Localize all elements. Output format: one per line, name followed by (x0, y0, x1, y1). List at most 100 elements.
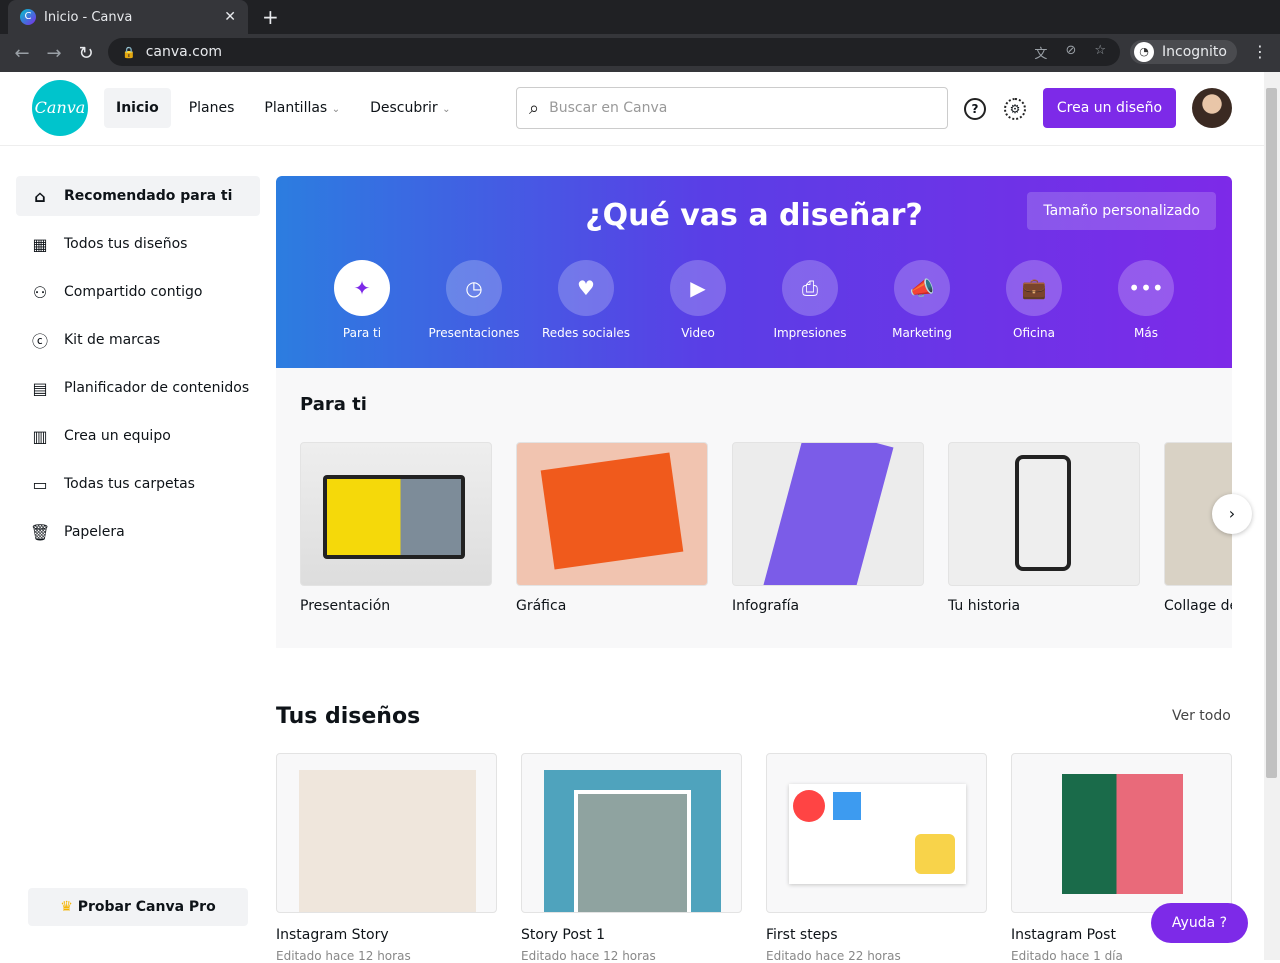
sidebar-item-label: Papelera (64, 524, 125, 540)
category-label: Oficina (1013, 326, 1055, 340)
heart-icon: ♥ (558, 260, 614, 316)
nav-label: Descubrir (370, 100, 438, 116)
sparkle-icon: ✦ (334, 260, 390, 316)
sidebar-item-recommended[interactable]: ⌂ Recomendado para ti (16, 176, 260, 216)
category-impresiones[interactable]: ⎙ Impresiones (754, 260, 866, 340)
category-marketing[interactable]: 📣 Marketing (866, 260, 978, 340)
try-pro-button[interactable]: ♛ Probar Canva Pro (28, 888, 248, 926)
tab-title: Inicio - Canva (44, 9, 133, 25)
design-card[interactable]: Instagram Story Editado hace 12 horas (276, 753, 497, 963)
category-label: Redes sociales (541, 326, 631, 340)
category-video[interactable]: ▶ Video (642, 260, 754, 340)
nav-label: Plantillas (264, 100, 328, 116)
translate-icon[interactable]: 文 (1034, 43, 1047, 62)
sidebar-item-shared[interactable]: ⚇ Compartido contigo (16, 272, 260, 312)
sidebar-item-label: Todos tus diseños (64, 236, 188, 252)
browser-tab-bar: C Inicio - Canva ✕ + (0, 0, 1280, 34)
sidebar-item-label: Compartido contigo (64, 284, 203, 300)
sidebar-item-trash[interactable]: 🗑 Papelera (16, 512, 260, 552)
sidebar-item-folders[interactable]: ▭ Todas tus carpetas (16, 464, 260, 504)
template-card[interactable]: Tu historia (948, 442, 1140, 614)
design-edited: Editado hace 12 horas (276, 949, 411, 963)
browser-tab[interactable]: C Inicio - Canva ✕ (8, 0, 248, 34)
design-thumbnail (766, 753, 987, 913)
category-para-ti[interactable]: ✦ Para ti (306, 260, 418, 340)
canva-logo[interactable]: Canva (32, 80, 88, 136)
url-input[interactable]: 🔒 canva.com 文 ⊘ ☆ (108, 38, 1120, 66)
design-card[interactable]: Story Post 1 Editado hace 12 horas (521, 753, 742, 963)
nav-plantillas[interactable]: Plantillas ⌄ (252, 88, 352, 128)
star-icon[interactable]: ☆ (1094, 43, 1106, 62)
printer-icon: ⎙ (782, 260, 838, 316)
more-icon: ••• (1118, 260, 1174, 316)
search-input[interactable]: ⌕ Buscar en Canva (516, 87, 948, 129)
template-card[interactable]: Gráfica (516, 442, 708, 614)
template-label: Gráfica (516, 598, 567, 614)
chevron-down-icon: ⌄ (442, 104, 451, 115)
trash-icon: 🗑 (30, 522, 51, 542)
sidebar: ⌂ Recomendado para ti ▦ Todos tus diseños … (16, 176, 260, 560)
app-header: Canva Inicio Planes Plantillas ⌄ Descubr… (0, 72, 1264, 146)
calendar-icon: ▤ (32, 378, 48, 398)
template-thumbnail (516, 442, 708, 586)
design-edited: Editado hace 22 horas (766, 949, 901, 963)
nav-planes[interactable]: Planes (177, 88, 247, 128)
eye-off-icon[interactable]: ⊘ (1065, 43, 1076, 62)
create-design-button[interactable]: Crea un diseño (1043, 88, 1176, 128)
category-label: Video (681, 326, 715, 340)
close-tab-icon[interactable]: ✕ (224, 9, 236, 25)
sidebar-item-all-designs[interactable]: ▦ Todos tus diseños (16, 224, 260, 264)
nav-descubrir[interactable]: Descubrir ⌄ (358, 88, 462, 128)
design-edited: Editado hace 12 horas (521, 949, 656, 963)
design-name: Story Post 1 (521, 927, 606, 943)
category-label: Marketing (892, 326, 952, 340)
design-card[interactable]: First steps Editado hace 22 horas (766, 753, 987, 963)
design-name: Instagram Story (276, 927, 389, 943)
category-redes-sociales[interactable]: ♥ Redes sociales (530, 260, 642, 340)
sidebar-item-planner[interactable]: ▤ Planificador de contenidos (16, 368, 260, 408)
design-banner: ¿Qué vas a diseñar? Tamaño personalizado… (276, 176, 1232, 368)
search-icon: ⌕ (529, 97, 540, 119)
see-all-link[interactable]: Ver todo (1172, 708, 1231, 724)
design-edited: Editado hace 1 día (1011, 949, 1123, 963)
sidebar-item-team[interactable]: ▥ Crea un equipo (16, 416, 260, 456)
help-icon[interactable]: ? (964, 98, 986, 120)
help-button[interactable]: Ayuda ? (1151, 903, 1248, 943)
sidebar-item-label: Crea un equipo (64, 428, 171, 444)
incognito-badge[interactable]: ◔ Incognito (1130, 40, 1237, 64)
template-card[interactable]: Presentación (300, 442, 492, 614)
chevron-down-icon: ⌄ (331, 104, 341, 115)
your-designs-title: Tus diseños (276, 704, 421, 729)
browser-menu-icon[interactable]: ⋮ (1252, 42, 1268, 61)
nav-inicio[interactable]: Inicio (104, 88, 171, 128)
category-oficina[interactable]: 💼 Oficina (978, 260, 1090, 340)
new-tab-button[interactable]: + (262, 5, 279, 29)
sidebar-item-brand-kit[interactable]: ⓒ Kit de marcas (16, 320, 260, 360)
category-presentaciones[interactable]: ◷ Presentaciones (418, 260, 530, 340)
custom-size-button[interactable]: Tamaño personalizado (1027, 192, 1216, 230)
category-label: Presentaciones (428, 326, 520, 340)
chevron-right-icon[interactable]: › (1212, 494, 1252, 534)
gear-icon[interactable]: ⚙ (1004, 98, 1026, 120)
building-icon: ▥ (32, 426, 48, 446)
try-pro-label: Probar Canva Pro (77, 899, 216, 915)
avatar[interactable] (1192, 88, 1232, 128)
scrollbar-thumb[interactable] (1266, 88, 1277, 778)
search-placeholder: Buscar en Canva (549, 100, 668, 116)
brand-icon: ⓒ (31, 332, 48, 351)
users-icon: ⚇ (32, 282, 48, 302)
template-card[interactable]: Infografía (732, 442, 924, 614)
video-icon: ▶ (670, 260, 726, 316)
url-text: canva.com (145, 44, 223, 60)
sidebar-item-label: Recomendado para ti (64, 188, 233, 204)
back-icon[interactable]: ← (6, 43, 38, 64)
sidebar-item-label: Todas tus carpetas (64, 476, 195, 492)
template-label: Presentación (300, 598, 391, 614)
category-mas[interactable]: ••• Más (1090, 260, 1202, 340)
forward-icon[interactable]: → (38, 43, 70, 64)
scrollbar[interactable] (1264, 72, 1280, 960)
incognito-icon: ◔ (1134, 42, 1154, 62)
briefcase-icon: 💼 (1006, 260, 1062, 316)
design-thumbnail (521, 753, 742, 913)
reload-icon[interactable]: ↻ (70, 43, 102, 64)
